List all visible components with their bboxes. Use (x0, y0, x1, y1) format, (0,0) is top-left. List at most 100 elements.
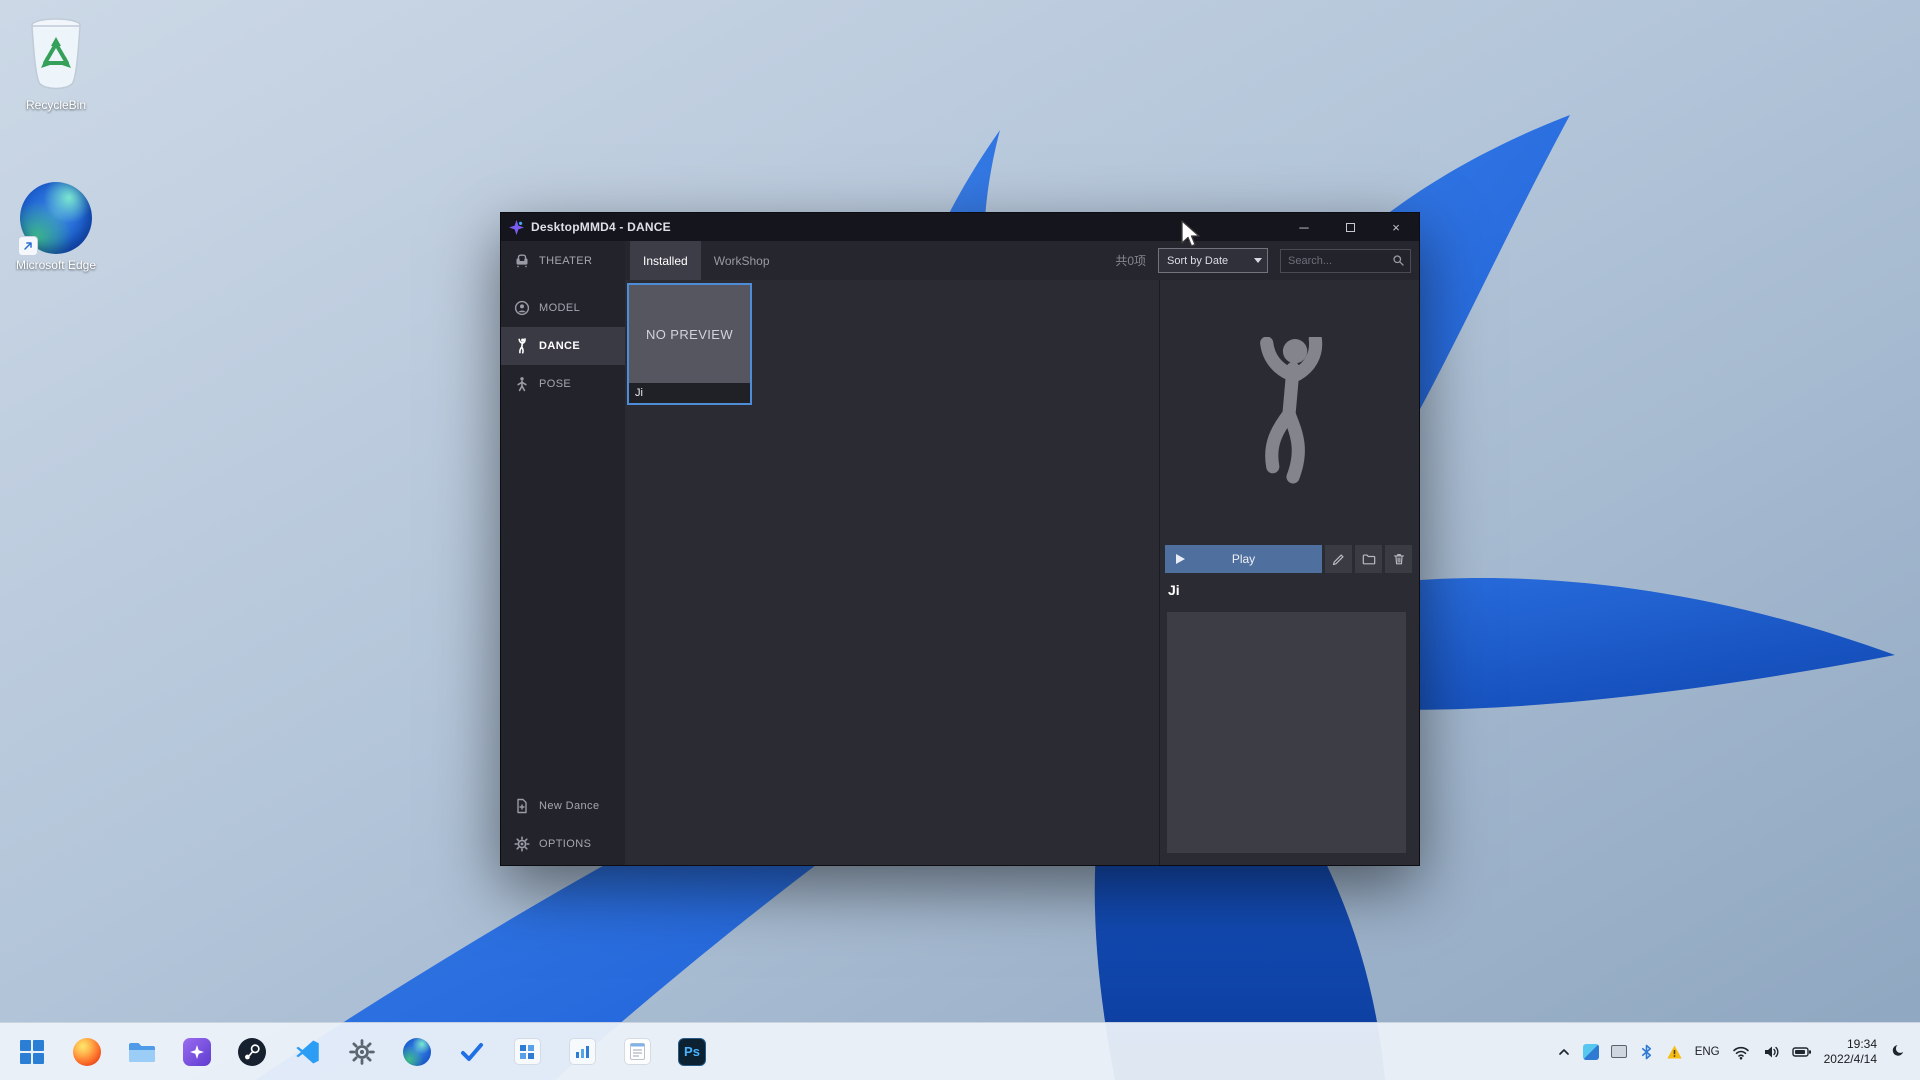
language-indicator[interactable]: ENG (1695, 1046, 1720, 1058)
taskbar-steam[interactable] (230, 1030, 274, 1074)
warning-icon[interactable] (1666, 1044, 1683, 1060)
taskbar-notepad[interactable] (615, 1030, 659, 1074)
search-input[interactable] (1288, 254, 1392, 267)
window-title: DesktopMMD4 - DANCE (531, 220, 671, 234)
taskbar-store-app[interactable] (505, 1030, 549, 1074)
wifi-icon[interactable] (1732, 1043, 1750, 1060)
model-icon (514, 300, 530, 316)
desktop-icon-edge[interactable]: Microsoft Edge (8, 182, 104, 273)
recycle-bin-icon (31, 18, 81, 90)
stats-app-icon (568, 1038, 596, 1065)
edit-icon (1332, 554, 1344, 566)
tray-date: 2022/4/14 (1823, 1051, 1877, 1066)
sidebar-item-options[interactable]: OPTIONS (501, 825, 625, 863)
sidebar-item-label: OPTIONS (539, 838, 592, 850)
taskbar-firefox[interactable] (65, 1030, 109, 1074)
edge-icon (403, 1037, 431, 1066)
pose-icon (517, 377, 527, 392)
taskbar-edge[interactable] (395, 1030, 439, 1074)
dancer-icon (1259, 336, 1322, 483)
taskbar-photoshop[interactable]: Ps (670, 1030, 714, 1074)
play-button[interactable]: Play (1165, 545, 1322, 573)
tab-installed[interactable]: Installed (630, 241, 701, 280)
items-count: 共0项 (1115, 254, 1146, 268)
tab-workshop[interactable]: WorkShop (701, 241, 783, 280)
shortcut-arrow-icon (18, 236, 38, 256)
play-icon (1176, 554, 1185, 564)
sidebar-item-label: POSE (539, 378, 572, 390)
theater-seat-icon (516, 254, 528, 267)
moon-icon[interactable] (1889, 1043, 1906, 1060)
detail-preview (1160, 280, 1419, 545)
dance-grid: NO PREVIEW Ji (625, 280, 1159, 865)
taskbar-todo[interactable] (450, 1030, 494, 1074)
sidebar-item-label: THEATER (539, 254, 593, 267)
folder-icon (1362, 554, 1375, 565)
taskbar-settings[interactable] (340, 1030, 384, 1074)
delete-button[interactable] (1385, 545, 1412, 573)
taskbar-start[interactable] (10, 1030, 54, 1074)
photoshop-icon: Ps (678, 1037, 706, 1066)
taskbar-vscode[interactable] (285, 1030, 329, 1074)
sidebar-item-new-dance[interactable]: New Dance (501, 787, 625, 825)
tray-app-icon[interactable] (1582, 1043, 1599, 1060)
firefox-icon (73, 1037, 101, 1066)
new-dance-icon (517, 798, 527, 814)
window-titlebar[interactable]: DesktopMMD4 - DANCE ─ × (501, 213, 1419, 241)
gear-icon (514, 836, 530, 852)
file-explorer-icon (129, 1042, 155, 1062)
tray-device-icon[interactable] (1610, 1045, 1627, 1058)
sidebar-item-label: MODEL (539, 302, 581, 314)
close-button[interactable]: × (1373, 213, 1419, 241)
settings-gear-icon (349, 1038, 375, 1065)
description-box (1167, 612, 1406, 853)
taskbar-file-explorer[interactable] (120, 1030, 164, 1074)
bluetooth-icon[interactable] (1639, 1044, 1654, 1060)
search-box (1280, 248, 1411, 273)
sort-value: Sort by Date (1167, 254, 1229, 267)
tile-caption: Ji (629, 383, 750, 403)
notepad-icon (623, 1038, 651, 1065)
minimize-icon: ─ (1299, 219, 1309, 235)
chevron-down-icon (1249, 249, 1267, 272)
taskbar-stats-app[interactable] (560, 1030, 604, 1074)
maximize-button[interactable] (1327, 213, 1373, 241)
tray-chevron-up-icon[interactable] (1557, 1045, 1571, 1059)
search-icon (1393, 255, 1404, 266)
detail-panel: Play Ji (1159, 280, 1419, 865)
edit-button[interactable] (1325, 545, 1352, 573)
sidebar-item-pose[interactable]: POSE (501, 365, 625, 403)
check-icon (461, 1042, 483, 1061)
taskbar-desktopmmd[interactable] (175, 1030, 219, 1074)
vscode-icon (295, 1040, 319, 1064)
desktop-icon-label: Microsoft Edge (15, 258, 97, 272)
sidebar-item-theater[interactable]: THEATER (501, 241, 625, 280)
desktop-icon-recycle-bin[interactable]: RecycleBin (8, 12, 104, 113)
volume-icon[interactable] (1762, 1043, 1780, 1061)
app-logo-icon (509, 219, 524, 235)
start-icon (20, 1039, 44, 1064)
store-app-icon (513, 1038, 541, 1065)
sort-dropdown[interactable]: Sort by Date (1158, 248, 1268, 273)
minimize-button[interactable]: ─ (1281, 213, 1327, 241)
tile-no-preview: NO PREVIEW (645, 326, 734, 342)
edge-icon (18, 182, 92, 256)
sidebar-item-model[interactable]: MODEL (501, 289, 625, 327)
taskbar: Ps ENG 19:34 2022/4/14 (0, 1022, 1920, 1080)
maximize-icon (1345, 222, 1355, 232)
close-icon: × (1392, 219, 1400, 235)
tray-clock[interactable]: 19:34 2022/4/14 (1824, 1037, 1877, 1067)
trash-icon (1393, 554, 1404, 565)
sidebar: THEATER MODEL DANCE POSE New Dance OPTIO… (501, 241, 625, 865)
open-folder-button[interactable] (1355, 545, 1382, 573)
desktop-icon-label: RecycleBin (25, 98, 87, 112)
battery-icon[interactable] (1791, 1043, 1812, 1061)
dance-icon (518, 338, 526, 354)
sidebar-item-dance[interactable]: DANCE (501, 327, 625, 365)
topbar: Installed WorkShop 共0项 Sort by Date (625, 241, 1419, 280)
steam-icon (238, 1037, 266, 1066)
detail-item-name: Ji (1168, 582, 1180, 598)
sidebar-item-label: New Dance (539, 800, 600, 812)
desktopmmd-window: DesktopMMD4 - DANCE ─ × THEATER MODEL DA… (500, 212, 1420, 866)
dance-tile-ji[interactable]: NO PREVIEW Ji (627, 283, 752, 405)
